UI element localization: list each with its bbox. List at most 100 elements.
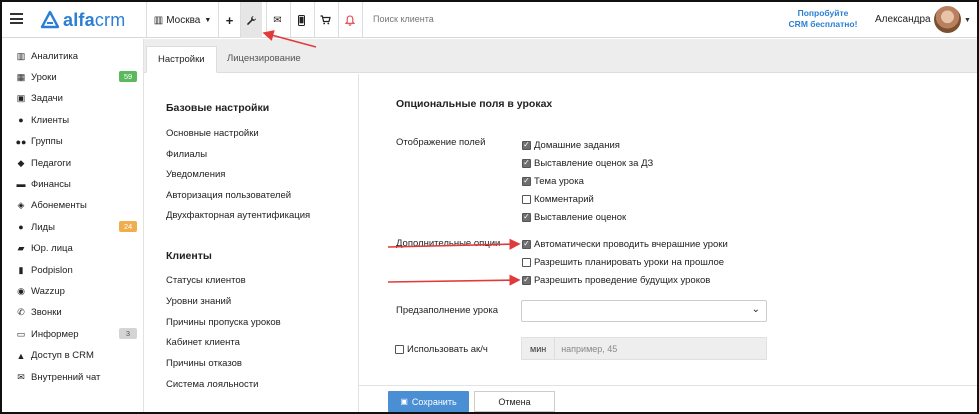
save-button[interactable]: ▣ Сохранить [388, 391, 469, 412]
money-icon: ▬ [16, 179, 26, 190]
building-icon: ▥ [153, 14, 164, 26]
sidebar-item[interactable]: ▣ Задачи [15, 90, 137, 108]
checked-box-icon[interactable] [522, 239, 531, 249]
sidebar-item-label: Звонки [31, 307, 62, 319]
file-icon: ▮ [18, 264, 24, 275]
option-checkbox[interactable]: Комментарий [522, 193, 594, 205]
option-checkbox[interactable]: Домашние задания [522, 139, 620, 151]
sidebar-item-label: Группы [31, 136, 63, 148]
option-checkbox[interactable]: Выставление оценок [522, 211, 626, 223]
user-icon: ● [18, 115, 24, 126]
sidebar-item[interactable]: ● Лиды 24 [15, 218, 137, 236]
settings-button[interactable] [240, 2, 262, 38]
settings-tabs: Настройки Лицензирование [144, 39, 977, 73]
nav-link[interactable]: Уведомления [166, 169, 225, 180]
inbox-icon: ▭ [16, 328, 26, 339]
option-checkbox[interactable]: Автоматически проводить вчерашние уроки [522, 238, 728, 250]
sidebar-item[interactable]: ◉ Wazzup [15, 282, 137, 300]
option-label: Комментарий [534, 193, 594, 205]
nav-link[interactable]: Статусы клиентов [166, 275, 246, 286]
nav-link[interactable]: Причины пропуска уроков [166, 317, 281, 328]
sidebar-item[interactable]: ▥ Аналитика [15, 47, 137, 65]
calendar-icon: ▦ [16, 71, 26, 82]
tab-licensing[interactable]: Лицензирование [216, 46, 312, 73]
avatar[interactable] [934, 6, 961, 33]
akch-checkbox-box[interactable] [395, 345, 404, 354]
nav-link[interactable]: Кабинет клиента [166, 337, 240, 348]
sidebar-item-label: Лиды [31, 221, 55, 233]
branch-label: Москва [166, 14, 201, 26]
nav-link[interactable]: Причины отказов [166, 358, 242, 369]
user-menu-caret-icon[interactable]: ▼ [964, 17, 971, 24]
sidebar-item[interactable]: ✆ Звонки [15, 304, 137, 322]
phone-button[interactable] [290, 2, 312, 38]
option-checkbox[interactable]: Разрешить планировать уроки на прошлое [522, 256, 724, 268]
nav-link[interactable]: Уровни знаний [166, 296, 231, 307]
clipboard-icon: ▣ [16, 93, 26, 104]
sidebar-item[interactable]: ◆ Педагоги [15, 154, 137, 172]
chevron-down-icon: ⌄ [751, 304, 760, 315]
nav-header-basic: Базовые настройки [166, 102, 270, 114]
minutes-placeholder: например, 45 [561, 343, 618, 354]
option-checkbox[interactable]: Выставление оценок за ДЗ [522, 157, 653, 169]
sidebar-item-label: Информер [31, 328, 79, 340]
cart-icon [320, 15, 331, 25]
tab-settings[interactable]: Настройки [146, 46, 217, 73]
nav-link[interactable]: Авторизация пользователей [166, 190, 291, 201]
mail-button[interactable]: ✉ [266, 2, 288, 38]
sidebar-item[interactable]: ▦ Уроки 59 [15, 68, 137, 86]
cancel-button[interactable]: Отмена [474, 391, 555, 412]
notifications-button[interactable] [338, 2, 360, 38]
form-footer: ▣ Сохранить Отмена [359, 385, 977, 412]
nav-link[interactable]: Система лояльности [166, 379, 258, 390]
user-name[interactable]: Александра [875, 14, 931, 25]
checked-box-icon[interactable] [522, 212, 531, 222]
client-search[interactable] [362, 2, 782, 38]
sidebar-item[interactable]: ● Клиенты [15, 111, 137, 129]
settings-nav: Базовые настройки Клиенты Основные настр… [145, 74, 359, 412]
user-plus-icon: ● [18, 222, 24, 233]
checked-box-icon[interactable] [522, 140, 531, 150]
prefill-select[interactable]: ⌄ [521, 300, 767, 322]
sidebar-item-label: Wazzup [31, 285, 65, 297]
sidebar-item-label: Уроки [31, 71, 57, 83]
unchecked-box-icon[interactable] [522, 257, 531, 267]
cart-button[interactable] [314, 2, 336, 38]
sidebar-item-label: Задачи [31, 93, 63, 105]
sidebar-item[interactable]: ▬ Финансы [15, 175, 137, 193]
search-input[interactable] [363, 2, 782, 36]
lesson-minutes-field[interactable]: мин например, 45 [521, 337, 767, 360]
sidebar-item-label: Юр. лица [31, 243, 73, 255]
promo-line-2: CRM бесплатно! [788, 19, 858, 29]
branch-selector[interactable]: ▥ Москва ▼ [146, 2, 218, 38]
app-window: alfacrm ▥ Москва ▼ + ✉ Попробуйте [0, 0, 979, 414]
sidebar-item[interactable]: ✉ Внутренний чат [15, 368, 137, 386]
option-label: Разрешить проведение будущих уроков [534, 274, 711, 286]
checked-box-icon[interactable] [522, 176, 531, 186]
sidebar-item[interactable]: ●● Группы [15, 133, 137, 151]
nav-link[interactable]: Двухфакторная аутентификация [166, 210, 310, 221]
add-button[interactable]: + [218, 2, 240, 38]
nav-link[interactable]: Филиалы [166, 149, 207, 160]
menu-icon[interactable] [10, 13, 23, 24]
option-checkbox[interactable]: Тема урока [522, 175, 584, 187]
sidebar-item[interactable]: ▲ Доступ в CRM [15, 347, 137, 365]
promo-link[interactable]: Попробуйте CRM бесплатно! [782, 8, 864, 30]
nav-header-clients: Клиенты [166, 250, 212, 262]
logo[interactable]: alfacrm [40, 8, 125, 32]
envelope-icon: ✉ [17, 371, 25, 382]
users-icon: ●● [15, 136, 27, 147]
tag-icon: ◈ [17, 200, 25, 211]
akch-checkbox[interactable]: Использовать ак/ч [395, 344, 488, 355]
sidebar-item[interactable]: ◈ Абонементы [15, 197, 137, 215]
option-checkbox[interactable]: Разрешить проведение будущих уроков [522, 274, 710, 286]
option-label: Разрешить планировать уроки на прошлое [534, 256, 725, 268]
sidebar-item[interactable]: ▮ Podpislon [15, 261, 137, 279]
nav-link[interactable]: Основные настройки [166, 128, 259, 139]
unchecked-box-icon[interactable] [522, 194, 531, 204]
minutes-unit: мин [522, 338, 556, 359]
sidebar-item[interactable]: ▭ Информер 3 [15, 325, 137, 343]
checked-box-icon[interactable] [522, 275, 531, 285]
sidebar-item[interactable]: ▰ Юр. лица [15, 240, 137, 258]
checked-box-icon[interactable] [522, 158, 531, 168]
